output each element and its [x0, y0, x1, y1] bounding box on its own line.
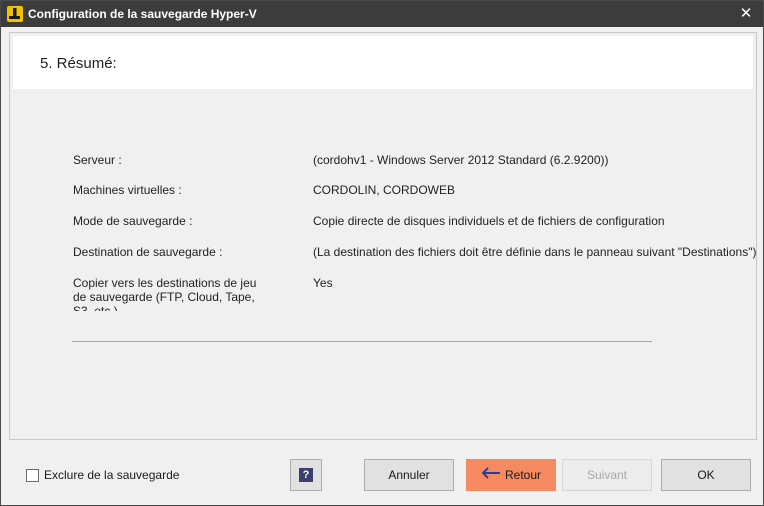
window-title: Configuration de la sauvegarde Hyper-V — [28, 7, 257, 21]
summary-separator — [72, 341, 652, 342]
content-panel: 5. Résumé: Serveur : (cordohv1 - Windows… — [9, 32, 757, 440]
cancel-button[interactable]: Annuler — [364, 459, 454, 491]
exclude-checkbox[interactable] — [26, 468, 39, 482]
summary-value-mode: Copie directe de disques individuels et … — [313, 214, 665, 228]
summary-value-copy-destinations: Yes — [313, 276, 333, 290]
step-header: 5. Résumé: — [13, 36, 753, 89]
summary-label-vms: Machines virtuelles : — [73, 183, 182, 197]
back-button[interactable]: Retour — [466, 459, 556, 491]
summary-label-destination: Destination de sauvegarde : — [73, 245, 223, 259]
title-bar[interactable]: Configuration de la sauvegarde Hyper-V ✕ — [1, 1, 763, 27]
help-button[interactable]: ? — [290, 459, 322, 491]
next-button: Suivant — [562, 459, 652, 491]
exclude-checkbox-group[interactable]: Exclure de la sauvegarde — [26, 468, 179, 482]
summary-label-mode: Mode de sauvegarde : — [73, 214, 193, 228]
summary-label-server: Serveur : — [73, 153, 122, 167]
ok-button[interactable]: OK — [661, 459, 751, 491]
button-bar: Exclure de la sauvegarde ? Annuler Retou… — [9, 447, 757, 499]
back-arrow-icon — [481, 460, 501, 490]
app-icon — [7, 6, 23, 22]
exclude-checkbox-label[interactable]: Exclure de la sauvegarde — [44, 468, 179, 482]
close-icon[interactable]: ✕ — [735, 4, 757, 24]
summary-value-destination: (La destination des fichiers doit être d… — [313, 245, 757, 259]
help-icon: ? — [299, 468, 313, 482]
hyperv-config-dialog: Configuration de la sauvegarde Hyper-V ✕… — [0, 0, 764, 506]
summary-label-copy-destinations: Copier vers les destinations de jeu de s… — [73, 276, 257, 311]
page-title: 5. Résumé: — [40, 55, 117, 72]
summary-value-server: (cordohv1 - Windows Server 2012 Standard… — [313, 153, 609, 167]
summary-value-vms: CORDOLIN, CORDOWEB — [313, 183, 456, 197]
back-button-label: Retour — [504, 468, 542, 482]
